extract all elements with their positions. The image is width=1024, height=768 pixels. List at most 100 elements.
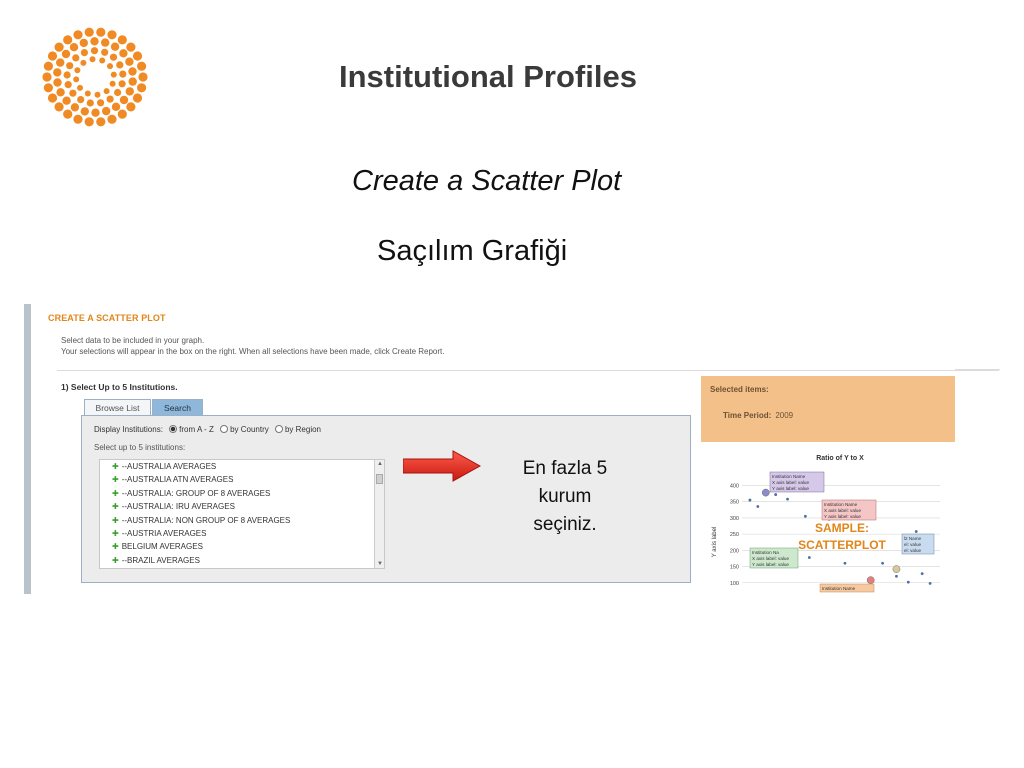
scroll-up-icon[interactable]: ▲ (377, 461, 383, 467)
radio-a-z[interactable] (169, 425, 178, 433)
logo-dot (63, 35, 73, 45)
list-item[interactable]: ✚ BELGIUM AVERAGES (100, 540, 384, 553)
screenshot-intro: Select data to be included in your graph… (61, 335, 521, 357)
y-tick-label: 350 (730, 500, 739, 506)
institution-name: --AUSTRALIA AVERAGES (121, 462, 217, 471)
y-tick-label: 150 (730, 565, 739, 571)
logo-dot (103, 88, 110, 95)
logo-dot (90, 37, 99, 46)
radio-by-country[interactable] (220, 425, 229, 433)
logo-dot (47, 51, 58, 61)
callout-line-3: seçiniz. (533, 514, 597, 535)
subtitle-english: Create a Scatter Plot (352, 165, 622, 197)
logo-dot (77, 84, 83, 91)
y-tick-label: 250 (730, 532, 739, 538)
institution-name: --AUSTRALIA ATN AVERAGES (121, 475, 234, 485)
institution-name: --BRAZIL AVERAGES (121, 555, 200, 565)
tooltip-middle: Institution NameX axis label: valueY axi… (821, 499, 877, 521)
time-period-label: Time Period: (723, 411, 772, 420)
tooltip-line: Y axis label: value (772, 486, 809, 491)
logo-dot (132, 93, 143, 103)
radio-a-z-label: from A - Z (179, 425, 214, 434)
radio-by-region[interactable] (274, 425, 283, 433)
logo-dot (80, 107, 89, 116)
add-icon[interactable]: ✚ (112, 489, 119, 498)
logo-dot (84, 27, 94, 37)
logo-dot (107, 30, 117, 40)
add-icon[interactable]: ✚ (112, 516, 119, 525)
add-icon[interactable]: ✚ (112, 542, 119, 551)
logo-dot (42, 72, 52, 82)
select-hint: Select up to 5 institutions: (94, 443, 186, 452)
add-icon[interactable]: ✚ (112, 475, 119, 484)
logo-dot (89, 56, 96, 63)
add-icon[interactable]: ✚ (112, 556, 119, 565)
list-item[interactable]: ✚ --AUSTRALIA: GROUP OF 8 AVERAGES (100, 487, 384, 500)
logo-dot (74, 67, 81, 74)
list-scrollbar[interactable]: ▲ ▼ (374, 460, 384, 568)
logo-dot (125, 57, 134, 66)
logo-dot (53, 68, 62, 77)
data-point (748, 498, 752, 502)
list-item[interactable]: ✚ --AUSTRALIA ATN AVERAGES (100, 473, 384, 486)
data-point (895, 574, 898, 578)
logo-dot (73, 30, 83, 40)
logo-dot (114, 88, 122, 97)
screenshot-left-border (24, 304, 31, 594)
add-icon[interactable]: ✚ (112, 462, 119, 471)
logo-dot (119, 49, 128, 58)
list-item[interactable]: ✚ --AUSTRALIA AVERAGES (100, 460, 384, 473)
list-item[interactable]: ✚ --AUSTRALIA: NON GROUP OF 8 AVERAGES (100, 514, 384, 527)
y-tick-label: 400 (730, 483, 739, 489)
tab-search[interactable]: Search (152, 399, 203, 416)
data-point (920, 572, 924, 576)
tooltip-line: Institution Name (772, 474, 806, 479)
data-point (906, 580, 910, 584)
list-item[interactable]: ✚ --AUSTRIA AVERAGES (100, 527, 384, 540)
logo-dot (61, 49, 71, 59)
intro-line-2: Your selections will appear in the box o… (61, 347, 445, 356)
institution-list[interactable]: ✚ --AUSTRALIA AVERAGES ✚ --AUSTRALIA ATN AV… (99, 459, 385, 569)
list-item[interactable]: ✚ --AUSTRALIA: IRU AVERAGES (100, 500, 384, 513)
logo-dot (117, 35, 127, 45)
sample-overlay-line-2: SCATTERPLOT (798, 538, 886, 552)
logo-dot (137, 61, 147, 71)
selected-items-panel: Selected items: Time Period: 2009 (701, 376, 955, 442)
list-item[interactable]: ✚ --BRAZIL AVERAGES (100, 554, 384, 567)
highlighted-point (866, 576, 875, 584)
callout-text: En fazla 5 kurum seçiniz. (505, 455, 625, 539)
logo-dot (99, 57, 106, 64)
tab-browse-list[interactable]: Browse List (84, 399, 151, 416)
divider (57, 370, 999, 371)
logo-dot (56, 58, 65, 67)
logo-dot (109, 80, 116, 87)
logo-dot (110, 71, 117, 78)
scroll-down-icon[interactable]: ▼ (377, 561, 383, 567)
screenshot-heading: CREATE A SCATTER PLOT (48, 313, 166, 323)
logo-dot (80, 59, 87, 66)
add-icon[interactable]: ✚ (112, 502, 119, 511)
add-icon[interactable]: ✚ (112, 529, 119, 538)
tooltip-bottom-line: Institution Name (822, 586, 856, 591)
thomson-reuters-logo (42, 27, 148, 127)
logo-dot (137, 83, 147, 93)
logo-dot (86, 99, 94, 107)
tooltip-line: Y axis label: value (824, 514, 861, 519)
logo-dot (110, 42, 120, 51)
red-arrow-icon (403, 450, 481, 482)
institution-name: --AUSTRALIA: NON GROUP OF 8 AVERAGES (121, 515, 291, 525)
logo-dot (70, 103, 80, 112)
logo-dot (72, 54, 80, 62)
data-point (756, 505, 760, 508)
logo-dot (119, 95, 129, 105)
institution-name: --AUSTRALIA: GROUP OF 8 AVERAGES (121, 488, 271, 498)
tooltip-line: Y axis label: value (752, 562, 789, 567)
logo-dot (118, 80, 126, 88)
display-options: Display Institutions: from A - Z by Coun… (94, 425, 321, 434)
data-point (881, 561, 884, 565)
logo-dot (73, 114, 83, 124)
scroll-thumb[interactable] (376, 474, 383, 484)
logo-dot (125, 87, 134, 96)
logo-dot (80, 49, 88, 57)
data-point (928, 582, 932, 585)
